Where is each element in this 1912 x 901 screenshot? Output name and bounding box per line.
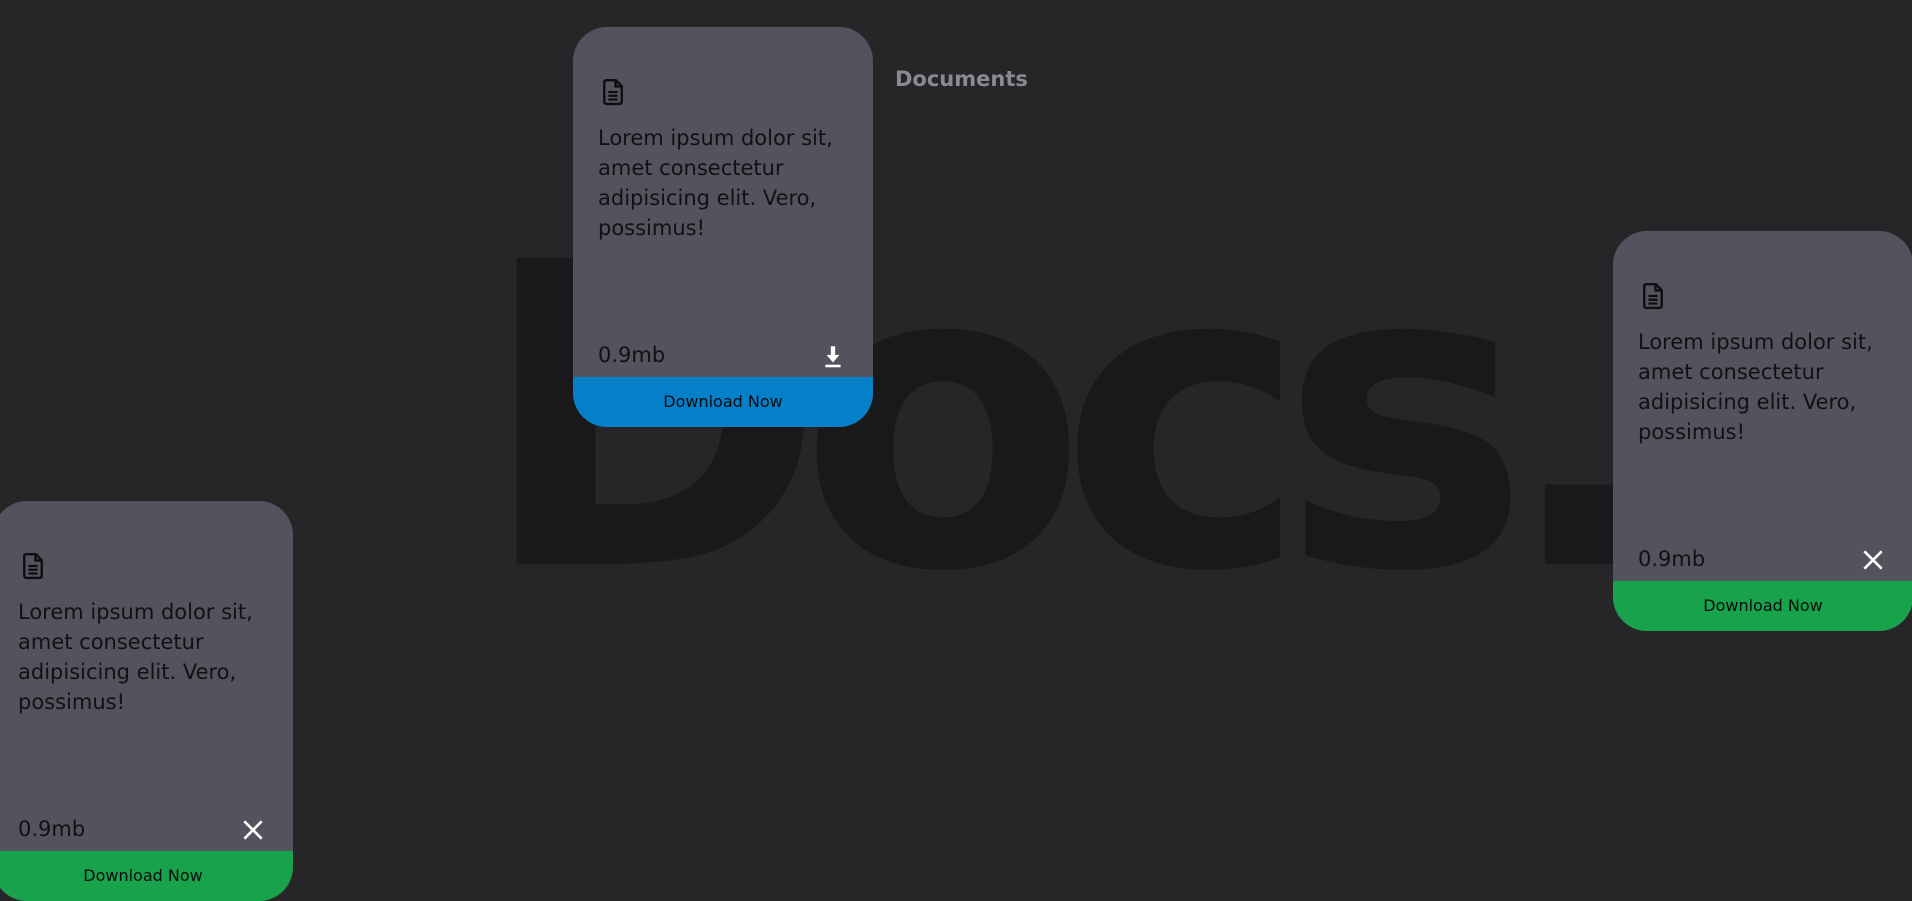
download-now-button[interactable]: Download Now [0, 851, 293, 901]
close-icon[interactable] [240, 817, 266, 843]
file-size: 0.9mb [1638, 547, 1706, 571]
file-document-icon [603, 78, 623, 106]
document-card: Lorem ipsum dolor sit, amet consectetur … [0, 501, 293, 901]
section-title: Documents [895, 67, 1028, 91]
close-icon[interactable] [1860, 547, 1886, 573]
file-document-icon [23, 552, 43, 580]
card-description: Lorem ipsum dolor sit, amet consectetur … [18, 600, 253, 714]
file-size: 0.9mb [598, 343, 666, 367]
card-description: Lorem ipsum dolor sit, amet consectetur … [598, 126, 833, 240]
document-card: Lorem ipsum dolor sit, amet consectetur … [1613, 231, 1912, 631]
download-icon[interactable] [820, 343, 846, 369]
file-document-icon [1643, 282, 1663, 310]
card-description: Lorem ipsum dolor sit, amet consectetur … [1638, 330, 1873, 444]
download-now-button[interactable]: Download Now [573, 377, 873, 427]
download-now-button[interactable]: Download Now [1613, 581, 1912, 631]
document-card: Lorem ipsum dolor sit, amet consectetur … [573, 27, 873, 427]
file-size: 0.9mb [18, 817, 86, 841]
